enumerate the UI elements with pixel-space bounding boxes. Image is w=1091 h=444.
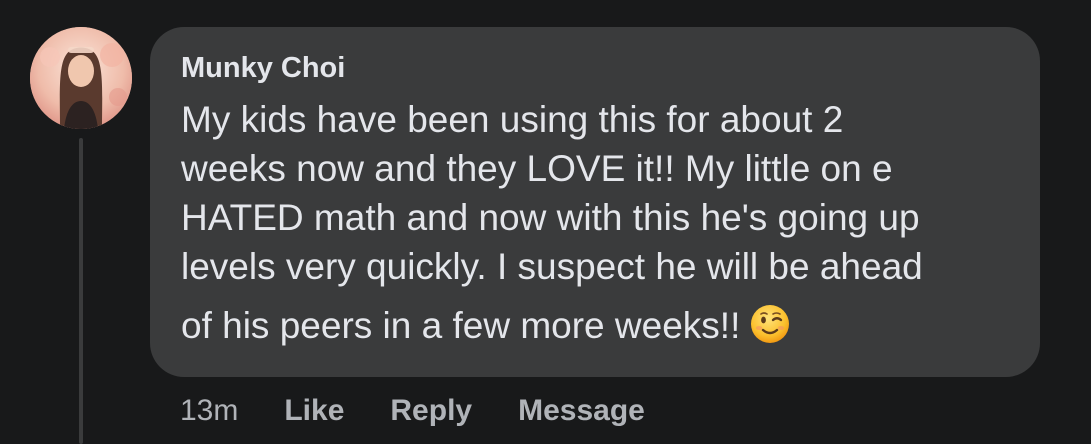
comment-thread: Munky Choi My kids have been using this …	[0, 0, 1091, 444]
comment-text: My kids have been using this for about 2…	[181, 95, 923, 350]
avatar[interactable]	[30, 27, 132, 129]
winking-face-emoji-icon	[751, 305, 790, 343]
timestamp[interactable]: 13m	[180, 394, 238, 428]
comment-line: HATED math and now with this he's going …	[181, 197, 920, 238]
comment-line-last: of his peers in a few more weeks!!	[181, 301, 923, 350]
author-name[interactable]: Munky Choi	[181, 51, 345, 85]
comment-actions: 13m Like Reply Message	[180, 393, 645, 429]
comment-line: weeks now and they LOVE it!! My little o…	[181, 148, 893, 189]
reply-button[interactable]: Reply	[390, 394, 472, 428]
comment-line: levels very quickly. I suspect he will b…	[181, 246, 923, 287]
like-button[interactable]: Like	[284, 394, 344, 428]
avatar-image	[30, 27, 132, 129]
comment-line: My kids have been using this for about 2	[181, 99, 844, 140]
message-button[interactable]: Message	[518, 394, 645, 428]
comment-line: of his peers in a few more weeks!!	[181, 305, 741, 346]
thread-line	[79, 138, 83, 444]
